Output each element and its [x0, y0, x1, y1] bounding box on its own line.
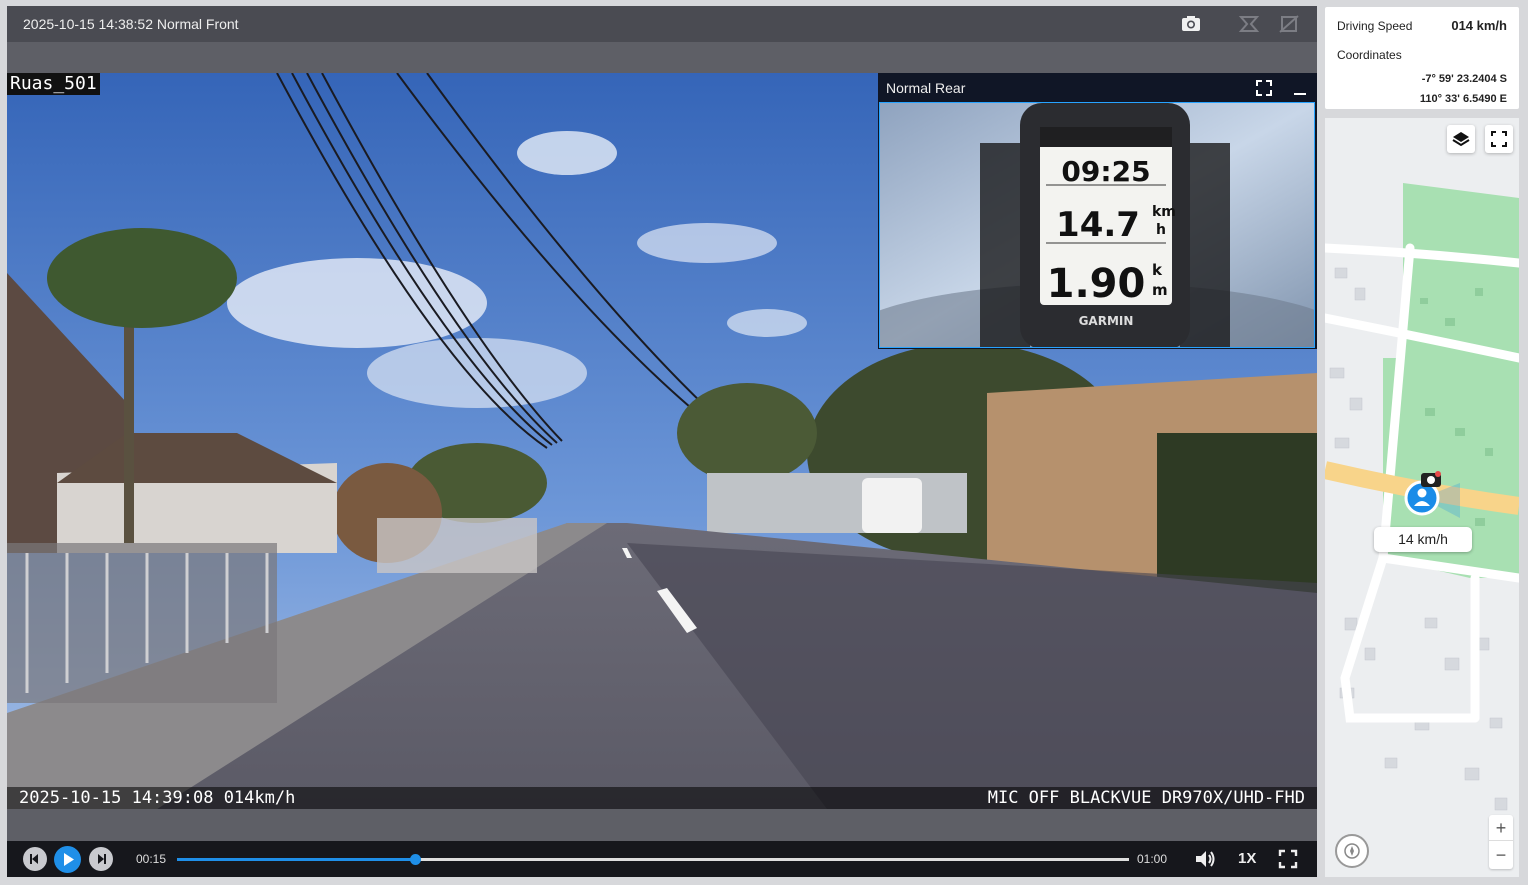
skip-forward-icon [98, 854, 106, 864]
zoom-out-button[interactable]: − [1489, 842, 1513, 868]
osd-camera-info: MIC OFF BLACKVUE DR970X/UHD-FHD [987, 788, 1305, 808]
current-time: 00:15 [136, 852, 167, 866]
video-title: 2025-10-15 14:38:52 Normal Front [23, 16, 239, 32]
zoom-in-button[interactable]: + [1489, 815, 1513, 841]
osd-bottom-bar: 2025-10-15 14:39:08 014km/h MIC OFF BLAC… [7, 787, 1317, 809]
play-button[interactable] [54, 846, 81, 873]
driving-speed-label: Driving Speed [1337, 19, 1413, 33]
previous-button[interactable] [23, 847, 47, 871]
longitude-value: 110° 33' 6.5490 E [1419, 93, 1507, 105]
rear-pip-header: Normal Rear [878, 73, 1317, 102]
playback-controls: 00:15 01:00 1X [7, 841, 1317, 877]
progress-handle[interactable] [410, 854, 421, 865]
skip-back-icon [30, 854, 38, 864]
fullscreen-icon [1491, 131, 1507, 147]
volume-icon[interactable] [1194, 849, 1216, 869]
rear-pip-label: Normal Rear [886, 80, 966, 96]
end-time: 01:00 [1137, 852, 1168, 866]
dual-view-icon[interactable] [1237, 13, 1261, 35]
driving-info-panel: Driving Speed 014 km/h Coordinates -7° 5… [1325, 7, 1519, 109]
minimize-icon[interactable] [1293, 79, 1307, 97]
map-speed-tag: 14 km/h [1374, 527, 1472, 552]
map-tiles [1325, 118, 1519, 877]
hide-view-icon[interactable] [1277, 13, 1301, 35]
coordinates-label: Coordinates [1337, 48, 1402, 62]
compass-icon [1344, 843, 1360, 859]
latitude-value: -7° 59' 23.2404 S [1421, 73, 1507, 85]
rear-camera-pip[interactable]: Normal Rear 09:25 14.7 km h 1.90 k m GAR… [878, 73, 1317, 349]
playback-speed-button[interactable]: 1X [1238, 850, 1256, 867]
camera-icon[interactable] [1179, 13, 1203, 35]
gps-speed: 14.7 [1056, 205, 1140, 245]
gps-map[interactable]: 14 km/h + − [1325, 118, 1519, 877]
player-titlebar: 2025-10-15 14:38:52 Normal Front [7, 6, 1317, 42]
progress-track[interactable] [177, 854, 1129, 865]
zoom-control: + − [1489, 815, 1513, 869]
gps-time: 09:25 [1061, 155, 1150, 188]
rear-video-frame: 09:25 14.7 km h 1.90 k m GARMIN [879, 102, 1315, 348]
locate-button[interactable] [1335, 834, 1369, 868]
gps-distance-unit-bottom: m [1152, 281, 1168, 299]
layers-icon [1452, 132, 1470, 147]
gps-speed-unit-bottom: h [1156, 222, 1166, 238]
next-button[interactable] [89, 847, 113, 871]
gps-distance: 1.90 [1047, 261, 1146, 307]
fullscreen-icon[interactable] [1278, 849, 1298, 869]
map-fullscreen-button[interactable] [1485, 125, 1513, 153]
gps-distance-unit-top: k [1152, 261, 1163, 279]
map-layers-button[interactable] [1447, 125, 1475, 153]
gps-speed-unit-top: km [1152, 204, 1176, 220]
video-player: 2025-10-15 14:38:52 Normal Front Ruas_50… [7, 6, 1317, 877]
channel-name-overlay: Ruas_501 [7, 73, 100, 95]
progress-fill [177, 858, 415, 861]
osd-timestamp: 2025-10-15 14:39:08 014km/h [19, 788, 296, 808]
gps-brand: GARMIN [1079, 314, 1134, 328]
play-icon [64, 853, 74, 866]
expand-icon[interactable] [1255, 79, 1273, 97]
driving-speed-value: 014 km/h [1451, 18, 1507, 33]
